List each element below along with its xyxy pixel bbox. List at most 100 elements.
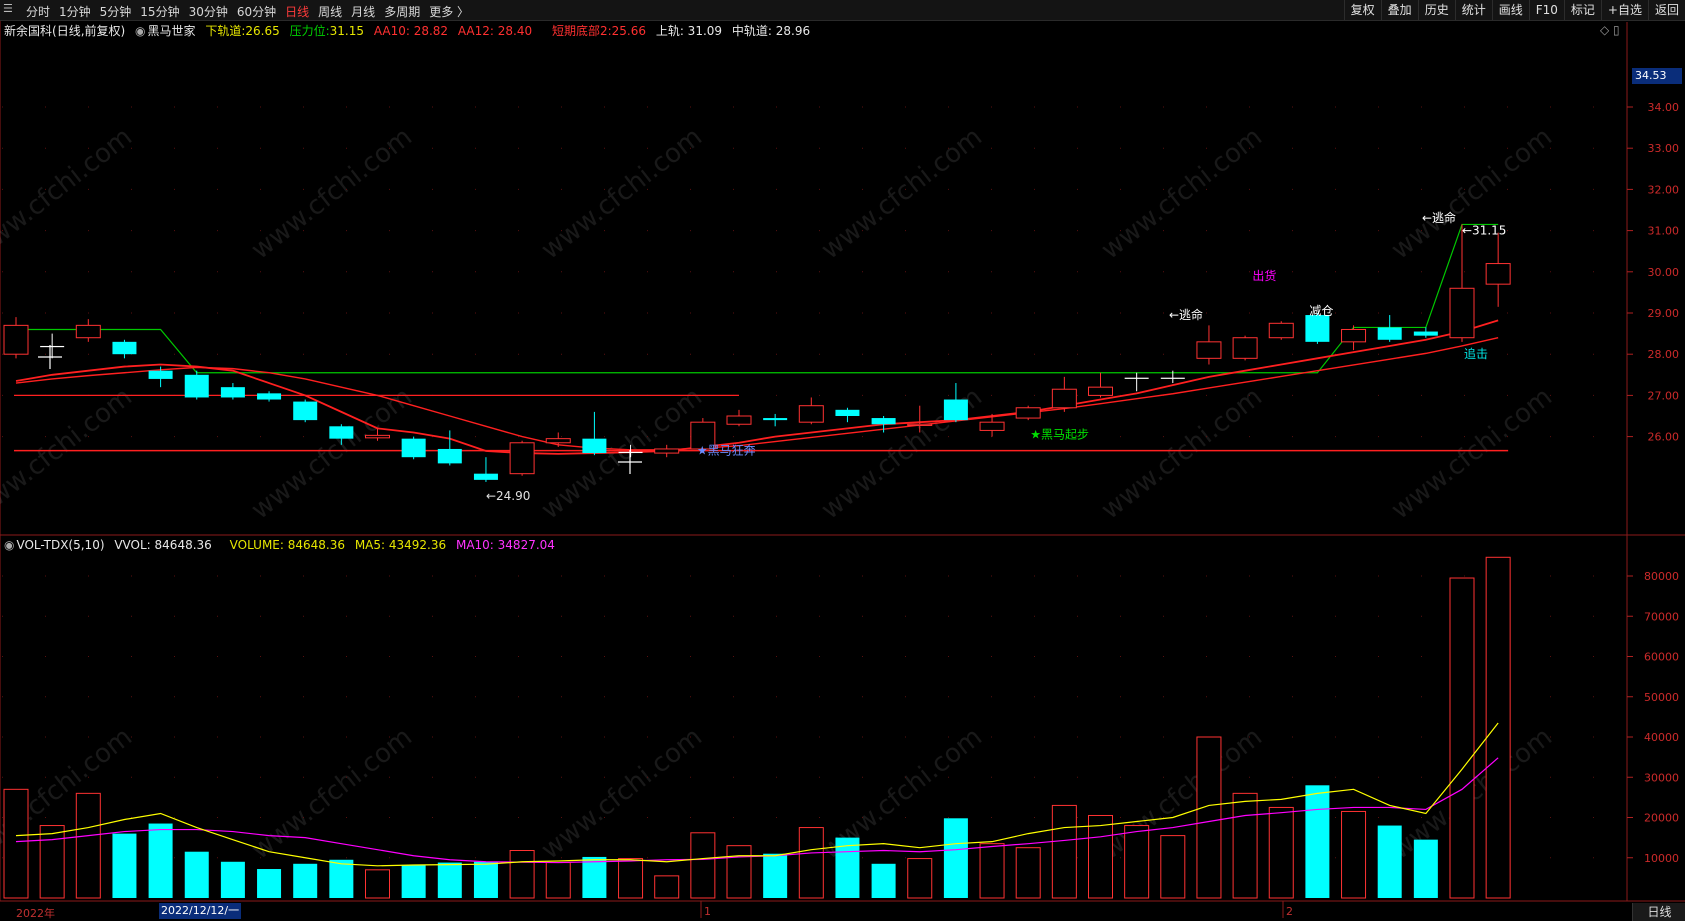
period-tabs: 分时 1分钟 5分钟 15分钟 30分钟 60分钟 日线 周线 月线 多周期 更多 〉 [26,3,478,20]
candle-body-33 [1196,341,1222,359]
menu-icon[interactable]: ☰ [3,3,15,15]
volume-bar-37 [1341,810,1367,899]
candle-body-24 [871,418,896,425]
watermark-11: www.cfchi.com [1386,382,1558,526]
tool-button-2[interactable]: 历史 [1417,0,1455,20]
candle-body-39 [1413,331,1438,336]
candle-body-8 [293,401,318,421]
ma-short-line [15,319,1499,455]
volume-bar-0 [3,788,29,899]
indicator-name[interactable]: 黑马世家 [148,24,196,38]
period-tab-1[interactable]: 1分钟 [59,5,91,19]
volume-tick-label-0: 80000 [1644,570,1679,583]
watermark-1: www.cfchi.com [246,122,418,266]
short-bottom-value: 25.66 [611,24,646,38]
watermark-14: www.cfchi.com [536,722,708,866]
period-tab-0[interactable]: 分时 [26,5,50,19]
volume-bar-2 [75,792,101,899]
tool-button-8[interactable]: 返回 [1647,0,1685,20]
period-tab-6[interactable]: 日线 [285,5,309,19]
mode-label: (日线,前复权) [52,24,126,38]
volume-bar-24 [871,863,896,898]
candle-body-1 [40,345,65,348]
candle-body-13 [473,473,498,480]
price-tick-label-4: 30.00 [1648,266,1680,279]
vvol-value: VVOL: 84648.36 [114,538,212,552]
kline-chart[interactable]: www.cfchi.com www.cfchi.com www.cfchi.com w… [0,0,1685,921]
watermark-4: www.cfchi.com [1096,122,1268,266]
volume-bar-28 [1015,847,1041,899]
volume-bar-1 [39,825,65,899]
indicator-toggle-icon[interactable]: ◉ [135,24,145,38]
volume-bar-20 [726,845,752,899]
mid-rail-value: 中轨道: 28.96 [731,24,811,38]
volume-bar-35 [1268,806,1294,899]
volume-bar-5 [184,851,209,898]
candle-body-38 [1377,327,1402,340]
period-tab-7[interactable]: 周线 [318,5,342,19]
upper-rail-value: 上轨: 31.09 [655,24,723,38]
volume-tick-label-5: 30000 [1644,771,1679,784]
annotation-8: 追击 [1464,346,1488,361]
right-tools: 复权 叠加 历史 统计 画线 F10 标记 +自选 返回 [1343,0,1685,20]
volume-tick-label-4: 40000 [1644,731,1679,744]
annotation-1: ★黑马狂奔 [697,444,756,458]
watermark-13: www.cfchi.com [246,722,418,866]
volume-bar-13 [473,861,498,898]
date-label-year: 2022年 [16,907,55,920]
volume-toggle-icon[interactable]: ◉ [4,538,14,552]
period-tab-2[interactable]: 5分钟 [100,5,132,19]
volume-tick-label-7: 10000 [1644,852,1679,865]
volume-bar-3 [112,833,137,898]
tool-button-0[interactable]: 复权 [1343,0,1381,20]
candle-body-3 [112,341,137,355]
candle-body-32 [1160,377,1185,379]
volume-bar-21 [763,853,788,898]
candle-body-34 [1232,337,1258,359]
panel-controls[interactable]: ◇ ▯ [1600,23,1620,37]
tool-button-3[interactable]: 统计 [1454,0,1492,20]
upper-band-line [16,223,1499,374]
candle-body-11 [401,438,426,458]
period-tab-5[interactable]: 60分钟 [237,5,276,19]
volume-bar-30 [1088,814,1113,899]
volume-value: VOLUME: 84648.36 [229,538,345,552]
tool-button-7[interactable]: +自选 [1600,0,1648,20]
watermark-0: www.cfchi.com [0,122,138,266]
pressure-label: 压力位: [289,24,330,38]
period-tab-10[interactable]: 更多 〉 [429,5,469,19]
candle-body-6 [220,387,245,398]
short-bottom-label: 短期底部2: [551,24,612,38]
annotation-2: ★黑马起步 [1030,428,1089,442]
annotation-4: 减仓 [1309,304,1333,318]
candle-body-9 [329,426,354,439]
candle-body-18 [654,448,680,454]
volume-bar-26 [943,818,968,898]
cross-marker-0 [38,345,62,369]
stock-name: 新余国科 [4,24,53,38]
candle-body-20 [726,415,752,425]
tool-button-4[interactable]: 画线 [1491,0,1529,20]
candle-body-14 [509,442,535,475]
price-tick-label-2: 32.00 [1648,183,1680,196]
lower-rail-value: 26.65 [245,24,280,38]
period-tab-9[interactable]: 多周期 [384,5,420,19]
candle-body-15 [545,438,571,444]
period-tab-3[interactable]: 15分钟 [140,5,179,19]
period-tab-4[interactable]: 30分钟 [189,5,228,19]
ma5-value: MA5: 43492.36 [354,538,447,552]
price-tick-label-6: 28.00 [1648,348,1680,361]
volume-indicator-name[interactable]: VOL-TDX(5,10) [16,538,104,552]
tool-button-5[interactable]: F10 [1528,0,1564,20]
period-tab-8[interactable]: 月线 [351,5,375,19]
volume-bar-31 [1124,825,1150,899]
watermark-layer: www.cfchi.com www.cfchi.com www.cfchi.com w… [0,122,1558,866]
tool-button-1[interactable]: 叠加 [1380,0,1418,20]
volume-bar-10 [365,869,390,899]
date-label-month-1: 1 [704,905,711,918]
volume-tick-label-6: 20000 [1644,812,1679,825]
tool-button-6[interactable]: 标记 [1563,0,1601,20]
annotation-7: ←31.15 [1462,224,1506,238]
period-indicator-button[interactable]: 日线 [1632,903,1685,921]
candle-body-7 [257,393,282,400]
